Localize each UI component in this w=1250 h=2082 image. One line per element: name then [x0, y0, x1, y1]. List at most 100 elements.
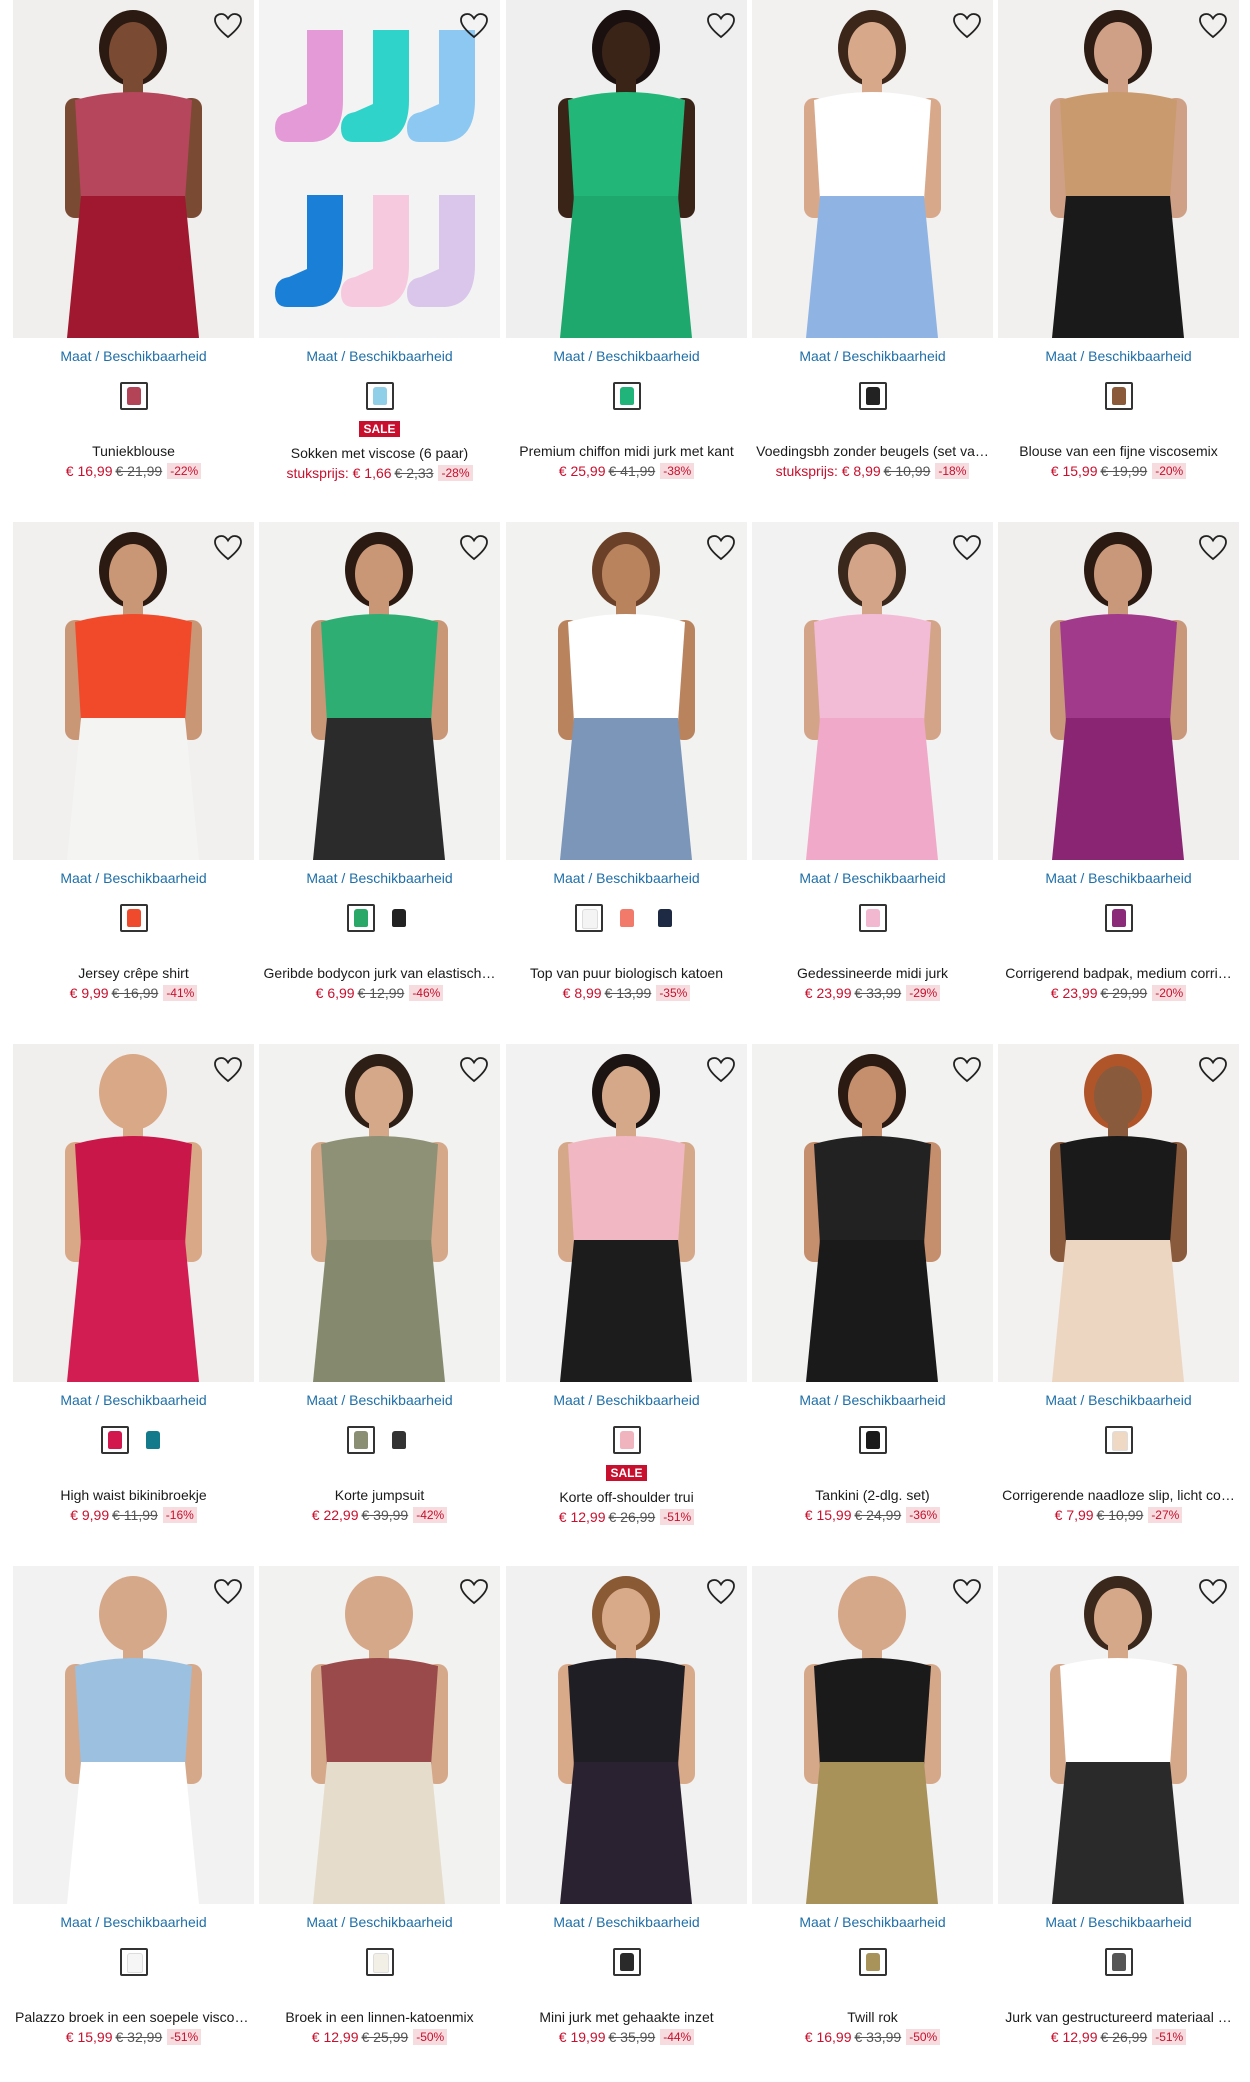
- product-name[interactable]: Premium chiffon midi jurk met kant: [506, 443, 747, 459]
- product-card[interactable]: Maat / Beschikbaarheid Palazzo broek in e…: [13, 1566, 254, 2071]
- product-name[interactable]: Corrigerend badpak, medium corri…: [998, 965, 1239, 981]
- color-swatch[interactable]: [650, 904, 679, 932]
- size-availability-link[interactable]: Maat / Beschikbaarheid: [752, 1914, 993, 1930]
- wishlist-heart-icon[interactable]: [212, 10, 244, 42]
- product-name[interactable]: Tuniekblouse: [13, 443, 254, 459]
- size-availability-link[interactable]: Maat / Beschikbaarheid: [506, 1914, 747, 1930]
- product-card[interactable]: Maat / Beschikbaarheid Mini jurk met geha…: [506, 1566, 747, 2071]
- product-card[interactable]: Maat / Beschikbaarheid Geribde bodycon ju…: [259, 522, 500, 1027]
- color-swatch[interactable]: [365, 382, 394, 410]
- size-availability-link[interactable]: Maat / Beschikbaarheid: [259, 348, 500, 364]
- size-availability-link[interactable]: Maat / Beschikbaarheid: [998, 870, 1239, 886]
- product-name[interactable]: Jersey crêpe shirt: [13, 965, 254, 981]
- color-swatch[interactable]: [138, 1426, 167, 1454]
- product-name[interactable]: Mini jurk met gehaakte inzet: [506, 2009, 747, 2025]
- product-card[interactable]: Maat / Beschikbaarheid Tankini (2-dlg. se…: [752, 1044, 993, 1549]
- product-card[interactable]: Maat / Beschikbaarheid Jersey crêpe shirt…: [13, 522, 254, 1027]
- product-image[interactable]: [998, 1566, 1239, 1904]
- product-name[interactable]: Twill rok: [752, 2009, 993, 2025]
- product-name[interactable]: Corrigerende naadloze slip, licht co…: [998, 1487, 1239, 1503]
- wishlist-heart-icon[interactable]: [1197, 1576, 1229, 1608]
- product-card[interactable]: Maat / Beschikbaarheid Gedessineerde midi…: [752, 522, 993, 1027]
- wishlist-heart-icon[interactable]: [951, 10, 983, 42]
- product-card[interactable]: Maat / Beschikbaarheid Tuniekblouse € 16,9…: [13, 0, 254, 505]
- size-availability-link[interactable]: Maat / Beschikbaarheid: [752, 1392, 993, 1408]
- product-card[interactable]: Maat / Beschikbaarheid Twill rok € 16,99 € …: [752, 1566, 993, 2071]
- color-swatch[interactable]: [1104, 904, 1133, 932]
- size-availability-link[interactable]: Maat / Beschikbaarheid: [998, 348, 1239, 364]
- product-image[interactable]: [752, 1044, 993, 1382]
- product-image[interactable]: [506, 1044, 747, 1382]
- wishlist-heart-icon[interactable]: [212, 532, 244, 564]
- product-name[interactable]: Top van puur biologisch katoen: [506, 965, 747, 981]
- product-image[interactable]: [752, 522, 993, 860]
- size-availability-link[interactable]: Maat / Beschikbaarheid: [13, 1392, 254, 1408]
- product-name[interactable]: Gedessineerde midi jurk: [752, 965, 993, 981]
- product-image[interactable]: [998, 522, 1239, 860]
- product-card[interactable]: Maat / Beschikbaarheid Blouse van een fij…: [998, 0, 1239, 505]
- product-card[interactable]: Maat / Beschikbaarheid Broek in een linne…: [259, 1566, 500, 2071]
- color-swatch[interactable]: [1104, 1948, 1133, 1976]
- size-availability-link[interactable]: Maat / Beschikbaarheid: [259, 1392, 500, 1408]
- color-swatch[interactable]: [365, 1948, 394, 1976]
- wishlist-heart-icon[interactable]: [951, 532, 983, 564]
- size-availability-link[interactable]: Maat / Beschikbaarheid: [259, 870, 500, 886]
- product-card[interactable]: Maat / Beschikbaarheid High waist bikinib…: [13, 1044, 254, 1549]
- wishlist-heart-icon[interactable]: [951, 1054, 983, 1086]
- size-availability-link[interactable]: Maat / Beschikbaarheid: [998, 1392, 1239, 1408]
- product-image[interactable]: [13, 1044, 254, 1382]
- wishlist-heart-icon[interactable]: [212, 1054, 244, 1086]
- color-swatch[interactable]: [574, 904, 603, 932]
- product-image[interactable]: [259, 522, 500, 860]
- product-name[interactable]: Geribde bodycon jurk van elastisch…: [259, 965, 500, 981]
- product-image[interactable]: [259, 1044, 500, 1382]
- color-swatch[interactable]: [1104, 1426, 1133, 1454]
- product-card[interactable]: Maat / Beschikbaarheid Premium chiffon mi…: [506, 0, 747, 505]
- product-name[interactable]: Voedingsbh zonder beugels (set va…: [752, 443, 993, 459]
- size-availability-link[interactable]: Maat / Beschikbaarheid: [13, 348, 254, 364]
- product-image[interactable]: [259, 1566, 500, 1904]
- product-card[interactable]: Maat / Beschikbaarheid Korte jumpsuit € 22…: [259, 1044, 500, 1549]
- product-image[interactable]: [752, 0, 993, 338]
- color-swatch[interactable]: [384, 1426, 413, 1454]
- color-swatch[interactable]: [119, 904, 148, 932]
- wishlist-heart-icon[interactable]: [951, 1576, 983, 1608]
- product-card[interactable]: Maat / Beschikbaarheid Top van puur biolo…: [506, 522, 747, 1027]
- product-image[interactable]: [998, 0, 1239, 338]
- color-swatch[interactable]: [858, 382, 887, 410]
- product-image[interactable]: [13, 522, 254, 860]
- wishlist-heart-icon[interactable]: [458, 1576, 490, 1608]
- wishlist-heart-icon[interactable]: [1197, 1054, 1229, 1086]
- size-availability-link[interactable]: Maat / Beschikbaarheid: [13, 870, 254, 886]
- product-card[interactable]: Maat / Beschikbaarheid SALE Sokken met vis…: [259, 0, 500, 505]
- color-swatch[interactable]: [858, 904, 887, 932]
- color-swatch[interactable]: [346, 904, 375, 932]
- product-card[interactable]: Maat / Beschikbaarheid Corrigerend badpak…: [998, 522, 1239, 1027]
- product-image[interactable]: [506, 522, 747, 860]
- product-name[interactable]: High waist bikinibroekje: [13, 1487, 254, 1503]
- product-name[interactable]: Tankini (2-dlg. set): [752, 1487, 993, 1503]
- product-image[interactable]: [13, 0, 254, 338]
- wishlist-heart-icon[interactable]: [458, 532, 490, 564]
- color-swatch[interactable]: [858, 1426, 887, 1454]
- product-name[interactable]: Sokken met viscose (6 paar): [259, 445, 500, 461]
- product-name[interactable]: Korte off-shoulder trui: [506, 1489, 747, 1505]
- product-image[interactable]: [13, 1566, 254, 1904]
- size-availability-link[interactable]: Maat / Beschikbaarheid: [998, 1914, 1239, 1930]
- product-name[interactable]: Blouse van een fijne viscosemix: [998, 443, 1239, 459]
- product-card[interactable]: Maat / Beschikbaarheid SALE Korte off-shou…: [506, 1044, 747, 1549]
- product-image[interactable]: [506, 0, 747, 338]
- product-image[interactable]: [752, 1566, 993, 1904]
- color-swatch[interactable]: [100, 1426, 129, 1454]
- wishlist-heart-icon[interactable]: [458, 1054, 490, 1086]
- product-card[interactable]: Maat / Beschikbaarheid Voedingsbh zonder …: [752, 0, 993, 505]
- product-name[interactable]: Broek in een linnen-katoenmix: [259, 2009, 500, 2025]
- wishlist-heart-icon[interactable]: [1197, 10, 1229, 42]
- wishlist-heart-icon[interactable]: [705, 1576, 737, 1608]
- color-swatch[interactable]: [612, 1948, 641, 1976]
- wishlist-heart-icon[interactable]: [458, 10, 490, 42]
- product-name[interactable]: Jurk van gestructureerd materiaal …: [998, 2009, 1239, 2025]
- product-name[interactable]: Korte jumpsuit: [259, 1487, 500, 1503]
- wishlist-heart-icon[interactable]: [705, 1054, 737, 1086]
- wishlist-heart-icon[interactable]: [705, 10, 737, 42]
